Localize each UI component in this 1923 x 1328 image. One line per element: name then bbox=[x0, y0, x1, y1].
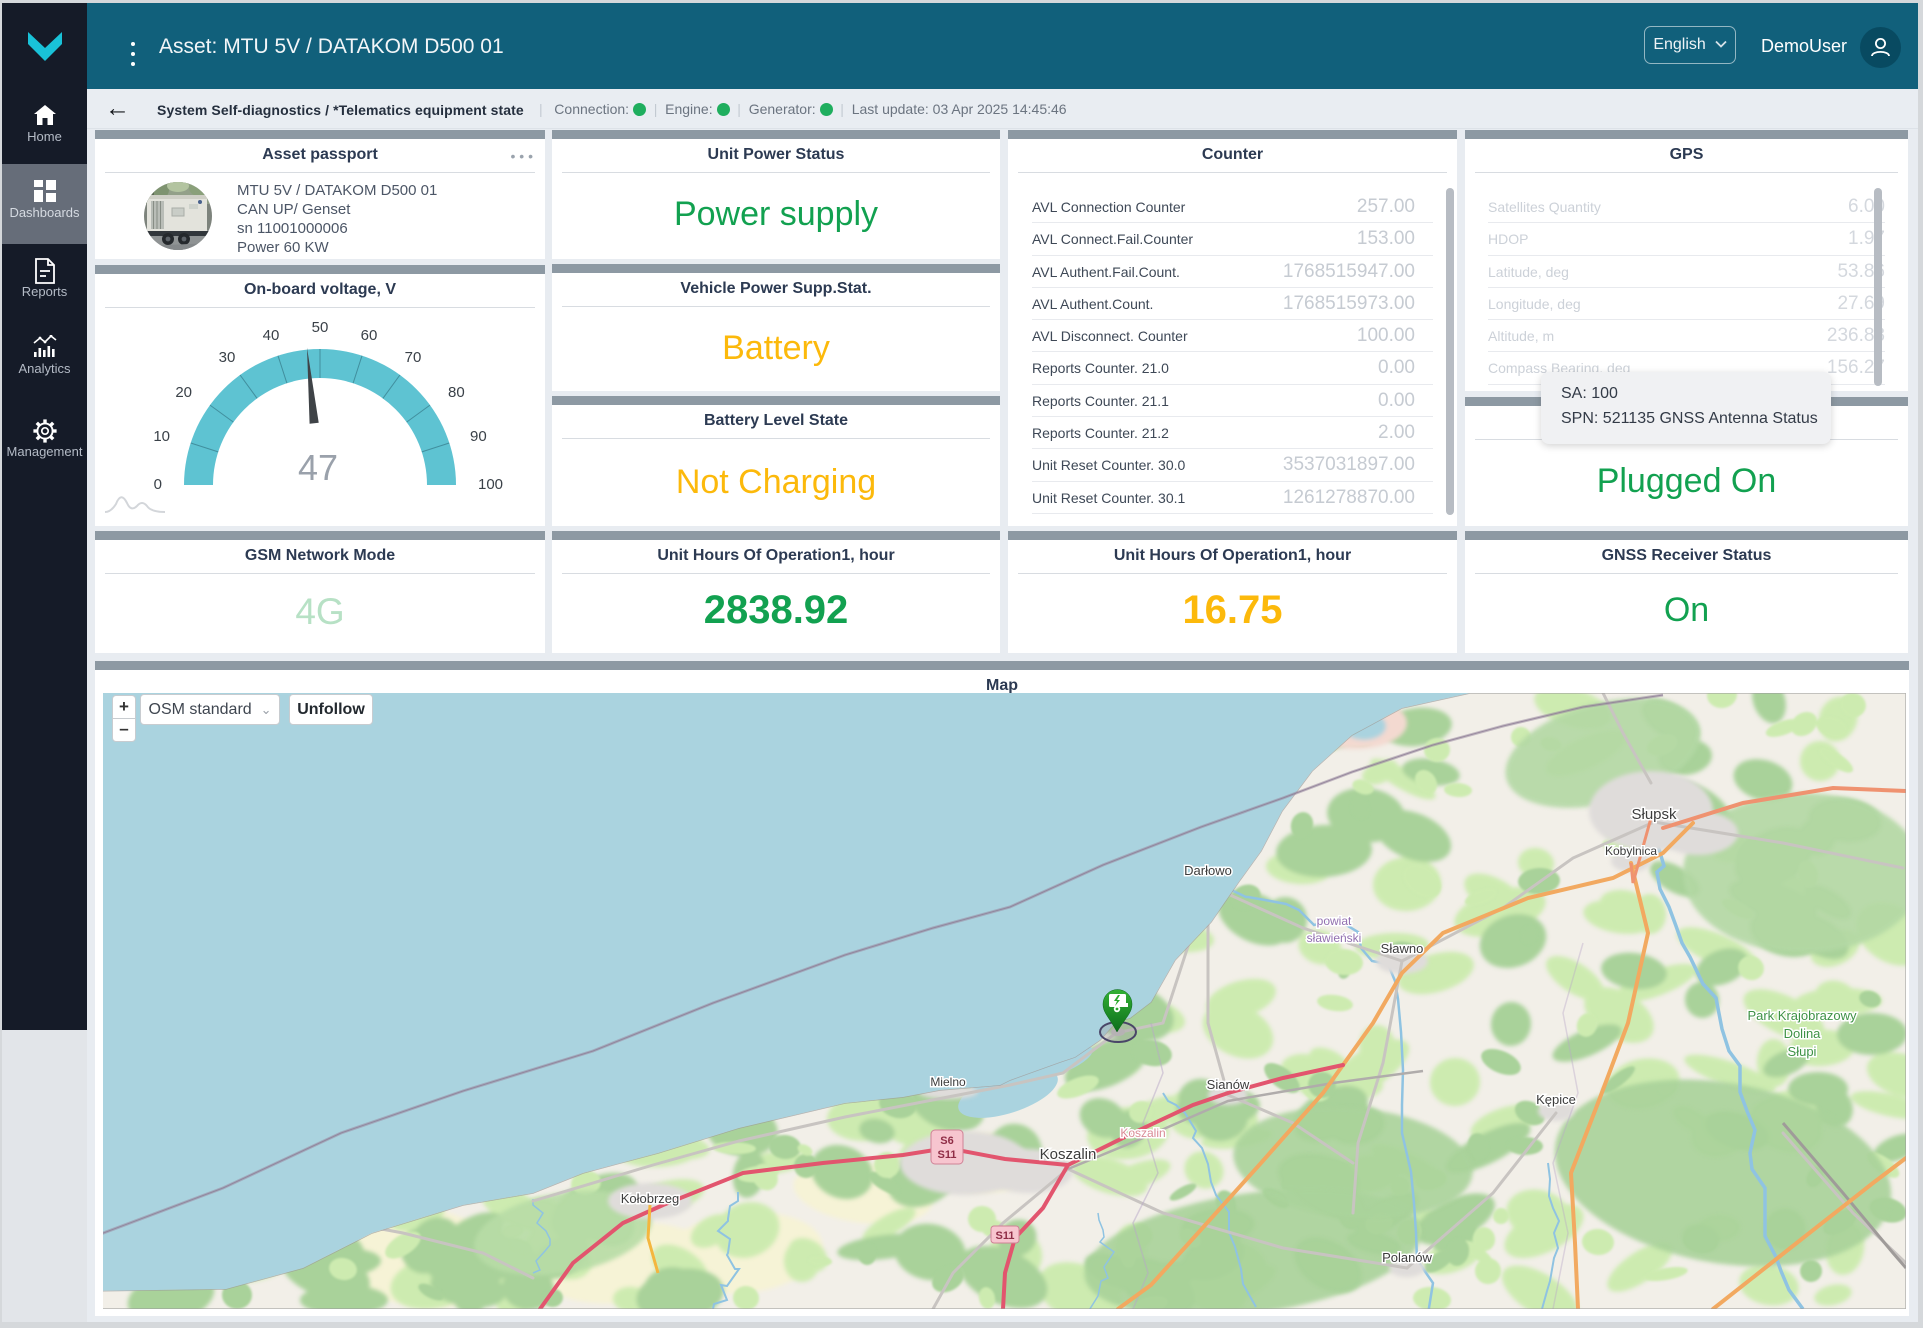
svg-text:powiat: powiat bbox=[1317, 914, 1352, 928]
svg-text:20: 20 bbox=[175, 384, 192, 401]
svg-text:S11: S11 bbox=[996, 1230, 1015, 1242]
svg-text:Koszalin: Koszalin bbox=[1040, 1146, 1097, 1163]
svg-text:70: 70 bbox=[405, 349, 422, 366]
svg-text:10: 10 bbox=[153, 428, 170, 445]
svg-text:Kobylnica: Kobylnica bbox=[1605, 844, 1657, 858]
svg-text:Koszalin: Koszalin bbox=[1120, 1126, 1165, 1140]
svg-text:Kołobrzeg: Kołobrzeg bbox=[621, 1191, 680, 1206]
svg-text:0: 0 bbox=[154, 476, 162, 493]
svg-text:Sianów: Sianów bbox=[1207, 1077, 1250, 1092]
svg-text:90: 90 bbox=[470, 428, 487, 445]
svg-text:Dolina: Dolina bbox=[1784, 1026, 1822, 1041]
svg-text:47: 47 bbox=[298, 447, 338, 488]
svg-text:Darłowo: Darłowo bbox=[1184, 863, 1232, 878]
svg-text:Sławno: Sławno bbox=[1381, 941, 1424, 956]
svg-text:Kępice: Kępice bbox=[1536, 1092, 1576, 1107]
svg-text:Park Krajobrazowy: Park Krajobrazowy bbox=[1747, 1008, 1857, 1023]
svg-text:50: 50 bbox=[312, 319, 329, 336]
svg-text:Mielno: Mielno bbox=[930, 1075, 966, 1089]
svg-text:60: 60 bbox=[361, 327, 378, 344]
svg-text:S11: S11 bbox=[938, 1149, 957, 1161]
svg-text:Słupi: Słupi bbox=[1788, 1044, 1817, 1059]
svg-text:sławieński: sławieński bbox=[1307, 931, 1362, 945]
svg-text:40: 40 bbox=[263, 327, 280, 344]
svg-text:Słupsk: Słupsk bbox=[1631, 806, 1677, 823]
svg-text:S6: S6 bbox=[940, 1135, 953, 1147]
svg-text:30: 30 bbox=[219, 349, 236, 366]
svg-text:80: 80 bbox=[448, 384, 465, 401]
svg-text:100: 100 bbox=[478, 476, 503, 493]
svg-text:Polanów: Polanów bbox=[1382, 1250, 1432, 1265]
